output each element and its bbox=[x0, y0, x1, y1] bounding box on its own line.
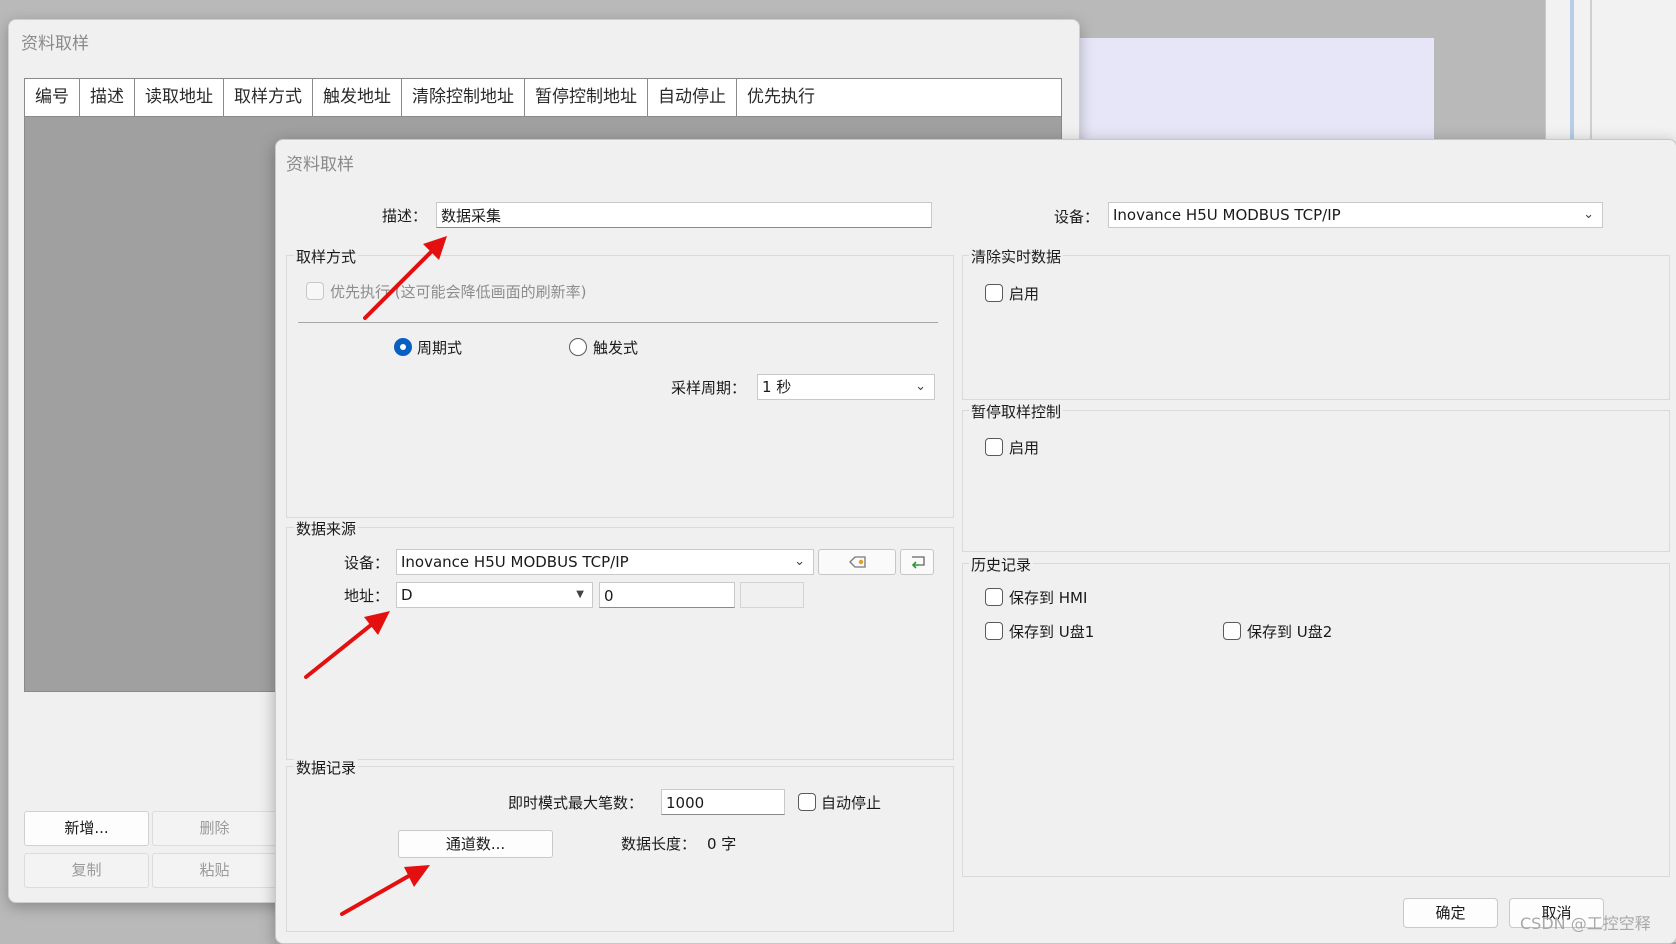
pause-enable-label: 启用 bbox=[1009, 439, 1040, 457]
clear-enable-label: 启用 bbox=[1009, 285, 1040, 303]
address-label: 地址： bbox=[344, 587, 390, 605]
channel-count-button[interactable]: 通道数... bbox=[398, 830, 553, 858]
ok-button[interactable]: 确定 bbox=[1403, 898, 1498, 928]
source-device-value: Inovance H5U MODBUS TCP/IP bbox=[401, 553, 629, 571]
col-description[interactable]: 描述 bbox=[80, 79, 135, 116]
trigger-radio[interactable] bbox=[569, 338, 587, 356]
delete-button[interactable]: 删除 bbox=[152, 811, 277, 846]
address-type-select[interactable]: D ▼ bbox=[396, 582, 593, 608]
col-priority[interactable]: 优先执行 bbox=[737, 79, 1061, 116]
pause-sampling-group bbox=[962, 410, 1670, 552]
col-read-address[interactable]: 读取地址 bbox=[135, 79, 224, 116]
address-lookup-button[interactable] bbox=[818, 549, 896, 575]
period-select[interactable]: 1 秒 ⌄ bbox=[757, 374, 935, 400]
history-group bbox=[962, 563, 1670, 877]
address-input[interactable]: 0 bbox=[599, 582, 735, 608]
background-scrollbar bbox=[1570, 0, 1574, 140]
pause-sampling-title: 暂停取样控制 bbox=[969, 401, 1064, 422]
save-usb1-label: 保存到 U盘1 bbox=[1009, 623, 1095, 641]
pause-enable-checkbox[interactable] bbox=[985, 438, 1003, 456]
auto-stop-checkbox[interactable] bbox=[798, 793, 816, 811]
sampling-mode-title: 取样方式 bbox=[294, 246, 359, 267]
save-usb1-checkbox[interactable] bbox=[985, 622, 1003, 640]
annotation-arrow bbox=[363, 236, 447, 320]
annotation-arrow bbox=[340, 865, 430, 916]
data-source-title: 数据来源 bbox=[294, 518, 359, 539]
history-title: 历史记录 bbox=[969, 554, 1034, 575]
tag-icon bbox=[849, 556, 866, 568]
annotation-arrow bbox=[304, 611, 390, 679]
max-records-input[interactable]: 1000 bbox=[661, 789, 785, 815]
col-sampling-mode[interactable]: 取样方式 bbox=[224, 79, 313, 116]
chevron-down-icon: ⌄ bbox=[915, 379, 926, 394]
chevron-down-icon: ⌄ bbox=[1583, 207, 1594, 222]
clear-enable-checkbox[interactable] bbox=[985, 284, 1003, 302]
address-type-value: D bbox=[401, 586, 413, 604]
clear-realtime-title: 清除实时数据 bbox=[969, 246, 1064, 267]
periodic-radio[interactable] bbox=[394, 338, 412, 356]
clear-realtime-group bbox=[962, 255, 1670, 400]
background-divider bbox=[1590, 0, 1592, 140]
data-sampling-dialog: 资料取样 描述： 数据采集 设备： Inovance H5U MODBUS TC… bbox=[275, 139, 1676, 944]
col-pause-control-address[interactable]: 暂停控制地址 bbox=[525, 79, 648, 116]
save-hmi-label: 保存到 HMI bbox=[1009, 589, 1088, 607]
description-input[interactable]: 数据采集 bbox=[436, 202, 932, 228]
source-device-select[interactable]: Inovance H5U MODBUS TCP/IP ⌄ bbox=[396, 549, 814, 575]
chevron-down-icon: ⌄ bbox=[794, 554, 805, 569]
table-header: 编号 描述 读取地址 取样方式 触发地址 清除控制地址 暂停控制地址 自动停止 … bbox=[25, 79, 1061, 117]
col-clear-control-address[interactable]: 清除控制地址 bbox=[402, 79, 525, 116]
save-usb2-label: 保存到 U盘2 bbox=[1247, 623, 1333, 641]
address-extra-field bbox=[740, 582, 804, 608]
device-label: 设备： bbox=[1054, 208, 1100, 226]
trigger-label: 触发式 bbox=[593, 339, 639, 357]
data-length-value: 0 字 bbox=[707, 835, 737, 853]
watermark: CSDN @工控空释 bbox=[1520, 914, 1651, 933]
source-device-label: 设备： bbox=[344, 554, 390, 572]
insert-icon bbox=[911, 556, 925, 569]
period-label: 采样周期： bbox=[671, 379, 747, 397]
save-usb2-checkbox[interactable] bbox=[1223, 622, 1241, 640]
device-select[interactable]: Inovance H5U MODBUS TCP/IP ⌄ bbox=[1108, 202, 1603, 228]
description-label: 描述： bbox=[382, 207, 428, 225]
address-insert-button[interactable] bbox=[900, 549, 934, 575]
dialog-title: 资料取样 bbox=[286, 155, 354, 175]
data-record-title: 数据记录 bbox=[294, 757, 359, 778]
save-hmi-checkbox[interactable] bbox=[985, 588, 1003, 606]
priority-checkbox[interactable] bbox=[306, 282, 324, 300]
max-records-label: 即时模式最大笔数： bbox=[508, 794, 644, 812]
auto-stop-label: 自动停止 bbox=[821, 794, 882, 812]
data-length-label: 数据长度： bbox=[621, 835, 697, 853]
period-select-value: 1 秒 bbox=[762, 378, 792, 396]
paste-button[interactable]: 粘贴 bbox=[152, 853, 277, 888]
dropdown-triangle-icon: ▼ bbox=[576, 589, 584, 600]
col-auto-stop[interactable]: 自动停止 bbox=[648, 79, 737, 116]
add-button[interactable]: 新增... bbox=[24, 811, 149, 846]
periodic-label: 周期式 bbox=[417, 339, 463, 357]
device-select-value: Inovance H5U MODBUS TCP/IP bbox=[1113, 206, 1341, 224]
col-number[interactable]: 编号 bbox=[25, 79, 80, 116]
copy-button[interactable]: 复制 bbox=[24, 853, 149, 888]
window-title: 资料取样 bbox=[21, 34, 89, 54]
col-trigger-address[interactable]: 触发地址 bbox=[313, 79, 402, 116]
